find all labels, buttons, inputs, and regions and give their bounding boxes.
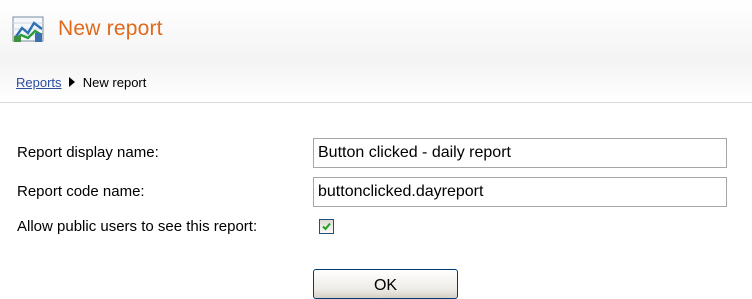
display-name-label: Report display name: — [17, 144, 159, 161]
ok-button[interactable]: OK — [313, 269, 458, 299]
breadcrumb-current: New report — [82, 75, 147, 90]
breadcrumb-link-reports[interactable]: Reports — [16, 75, 62, 90]
breadcrumb-bar: Reports New report — [0, 58, 752, 103]
page-header: New report — [0, 0, 752, 58]
code-name-input[interactable] — [313, 177, 727, 207]
code-name-label: Report code name: — [17, 183, 145, 200]
breadcrumb-arrow-icon — [69, 77, 76, 87]
report-chart-icon — [12, 14, 46, 44]
checkmark-icon — [322, 222, 331, 231]
breadcrumb: Reports New report — [16, 75, 146, 90]
public-users-label: Allow public users to see this report: — [17, 218, 258, 235]
display-name-input[interactable] — [313, 138, 727, 168]
public-users-checkbox[interactable] — [319, 219, 334, 234]
page-title: New report — [58, 17, 163, 40]
